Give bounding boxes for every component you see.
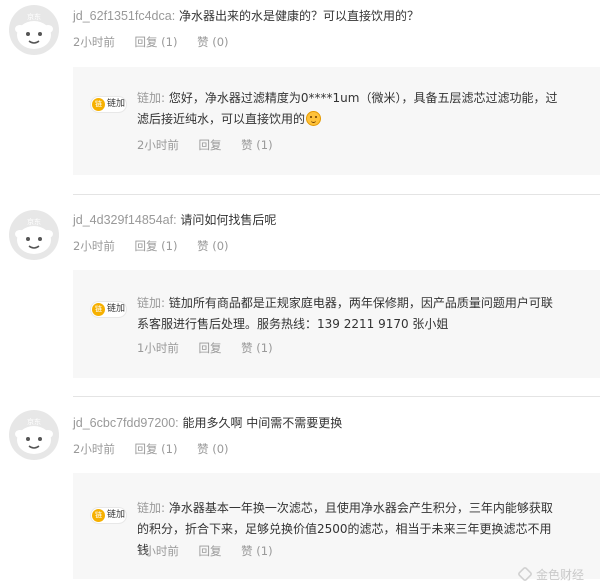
seller-logo-icon: 链 <box>92 98 105 111</box>
comment-header: jd_62f1351fc4dca: 净水器出来的水是健康的？可以直接饮用的？ <box>73 8 419 24</box>
seller-badge-name: 链加 <box>107 304 126 314</box>
smile-emoji-icon <box>306 111 322 126</box>
comment-time: 2小时前 <box>73 442 115 456</box>
comment-meta: 2小时前 回复 (1) 赞 (0) <box>73 442 245 456</box>
seller-logo-icon: 链 <box>92 509 105 522</box>
comment-meta: 2小时前 回复 (1) 赞 (0) <box>73 239 245 253</box>
seller-badge: 链 链加 <box>90 507 127 524</box>
avatar-default-icon: 京东 <box>15 12 53 49</box>
reply-reply-button[interactable]: 回复 <box>198 544 221 558</box>
divider <box>73 396 600 397</box>
comment-meta: 2小时前 回复 (1) 赞 (0) <box>73 35 245 49</box>
reply-time: 1小时前 <box>137 341 179 355</box>
reply-meta: 1小时前 回复 赞 (1) <box>137 341 289 355</box>
seller-badge-name: 链加 <box>107 510 126 520</box>
avatar-default-icon: 京东 <box>15 417 53 454</box>
like-button[interactable]: 赞 (0) <box>197 35 228 49</box>
seller-logo-icon: 链 <box>92 303 105 316</box>
reply-meta: 2小时前 回复 赞 (1) <box>137 138 289 152</box>
like-button[interactable]: 赞 (0) <box>197 239 228 253</box>
avatar[interactable]: 京东 <box>9 5 59 55</box>
reply-like-button[interactable]: 赞 (1) <box>241 138 272 152</box>
comment-header: jd_4d329f14854af: 请问如何找售后呢 <box>73 212 276 228</box>
reply-shop-name: 链加: <box>137 91 166 105</box>
reply-time: 2小时前 <box>137 138 179 152</box>
reply-reply-button[interactable]: 回复 <box>198 138 221 152</box>
comment-text: 能用多久啊 中间需不需要更换 <box>182 416 343 430</box>
reply-button[interactable]: 回复 (1) <box>134 239 177 253</box>
comment-username[interactable]: jd_62f1351fc4dca: <box>73 9 175 23</box>
comment-username[interactable]: jd_6cbc7fdd97200: <box>73 416 179 430</box>
reply-shop-name: 链加: <box>137 501 166 515</box>
seller-badge-name: 链加 <box>107 99 126 109</box>
reply-reply-button[interactable]: 回复 <box>198 341 221 355</box>
avatar[interactable]: 京东 <box>9 410 59 460</box>
like-button[interactable]: 赞 (0) <box>197 442 228 456</box>
comment-text: 净水器出来的水是健康的？可以直接饮用的？ <box>179 9 420 23</box>
svg-text:京东: 京东 <box>27 217 41 226</box>
seller-reply: 链 链加 链加: 您好，净水器过滤精度为0****1um（微米），具备五层滤芯过… <box>73 67 600 175</box>
seller-reply: 链 链加 链加: 净水器基本一年换一次滤芯，且使用净水器会产生积分，三年内能够获… <box>73 473 600 579</box>
watermark-logo-icon <box>517 566 533 582</box>
comment-header: jd_6cbc7fdd97200: 能用多久啊 中间需不需要更换 <box>73 415 342 431</box>
avatar-default-icon: 京东 <box>15 217 53 254</box>
avatar[interactable]: 京东 <box>9 210 59 260</box>
comment-text: 请问如何找售后呢 <box>180 213 277 227</box>
seller-badge: 链 链加 <box>90 301 127 318</box>
reply-like-button[interactable]: 赞 (1) <box>241 341 272 355</box>
reply-text: 链加所有商品都是正规家庭电器，两年保修期，因产品质量问题用户可联系客服进行售后处… <box>137 296 553 331</box>
reply-time: 1小时前 <box>137 544 179 558</box>
watermark: 金色财经 <box>517 566 584 584</box>
divider <box>73 194 600 195</box>
reply-meta: 1小时前 回复 赞 (1) <box>137 544 289 558</box>
reply-text: 您好，净水器过滤精度为0****1um（微米），具备五层滤芯过滤功能，过滤后接近… <box>137 91 558 126</box>
reply-shop-name: 链加: <box>137 296 166 310</box>
reply-like-button[interactable]: 赞 (1) <box>241 544 272 558</box>
comment-username[interactable]: jd_4d329f14854af: <box>73 213 177 227</box>
reply-button[interactable]: 回复 (1) <box>134 35 177 49</box>
reply-content: 链加: 链加所有商品都是正规家庭电器，两年保修期，因产品质量问题用户可联系客服进… <box>137 293 559 335</box>
seller-reply: 链 链加 链加: 链加所有商品都是正规家庭电器，两年保修期，因产品质量问题用户可… <box>73 270 600 378</box>
reply-content: 链加: 您好，净水器过滤精度为0****1um（微米），具备五层滤芯过滤功能，过… <box>137 88 559 130</box>
svg-text:京东: 京东 <box>27 12 41 21</box>
svg-text:京东: 京东 <box>27 417 41 426</box>
comment-time: 2小时前 <box>73 35 115 49</box>
comment-time: 2小时前 <box>73 239 115 253</box>
watermark-text: 金色财经 <box>535 568 584 582</box>
reply-button[interactable]: 回复 (1) <box>134 442 177 456</box>
seller-badge: 链 链加 <box>90 96 127 113</box>
